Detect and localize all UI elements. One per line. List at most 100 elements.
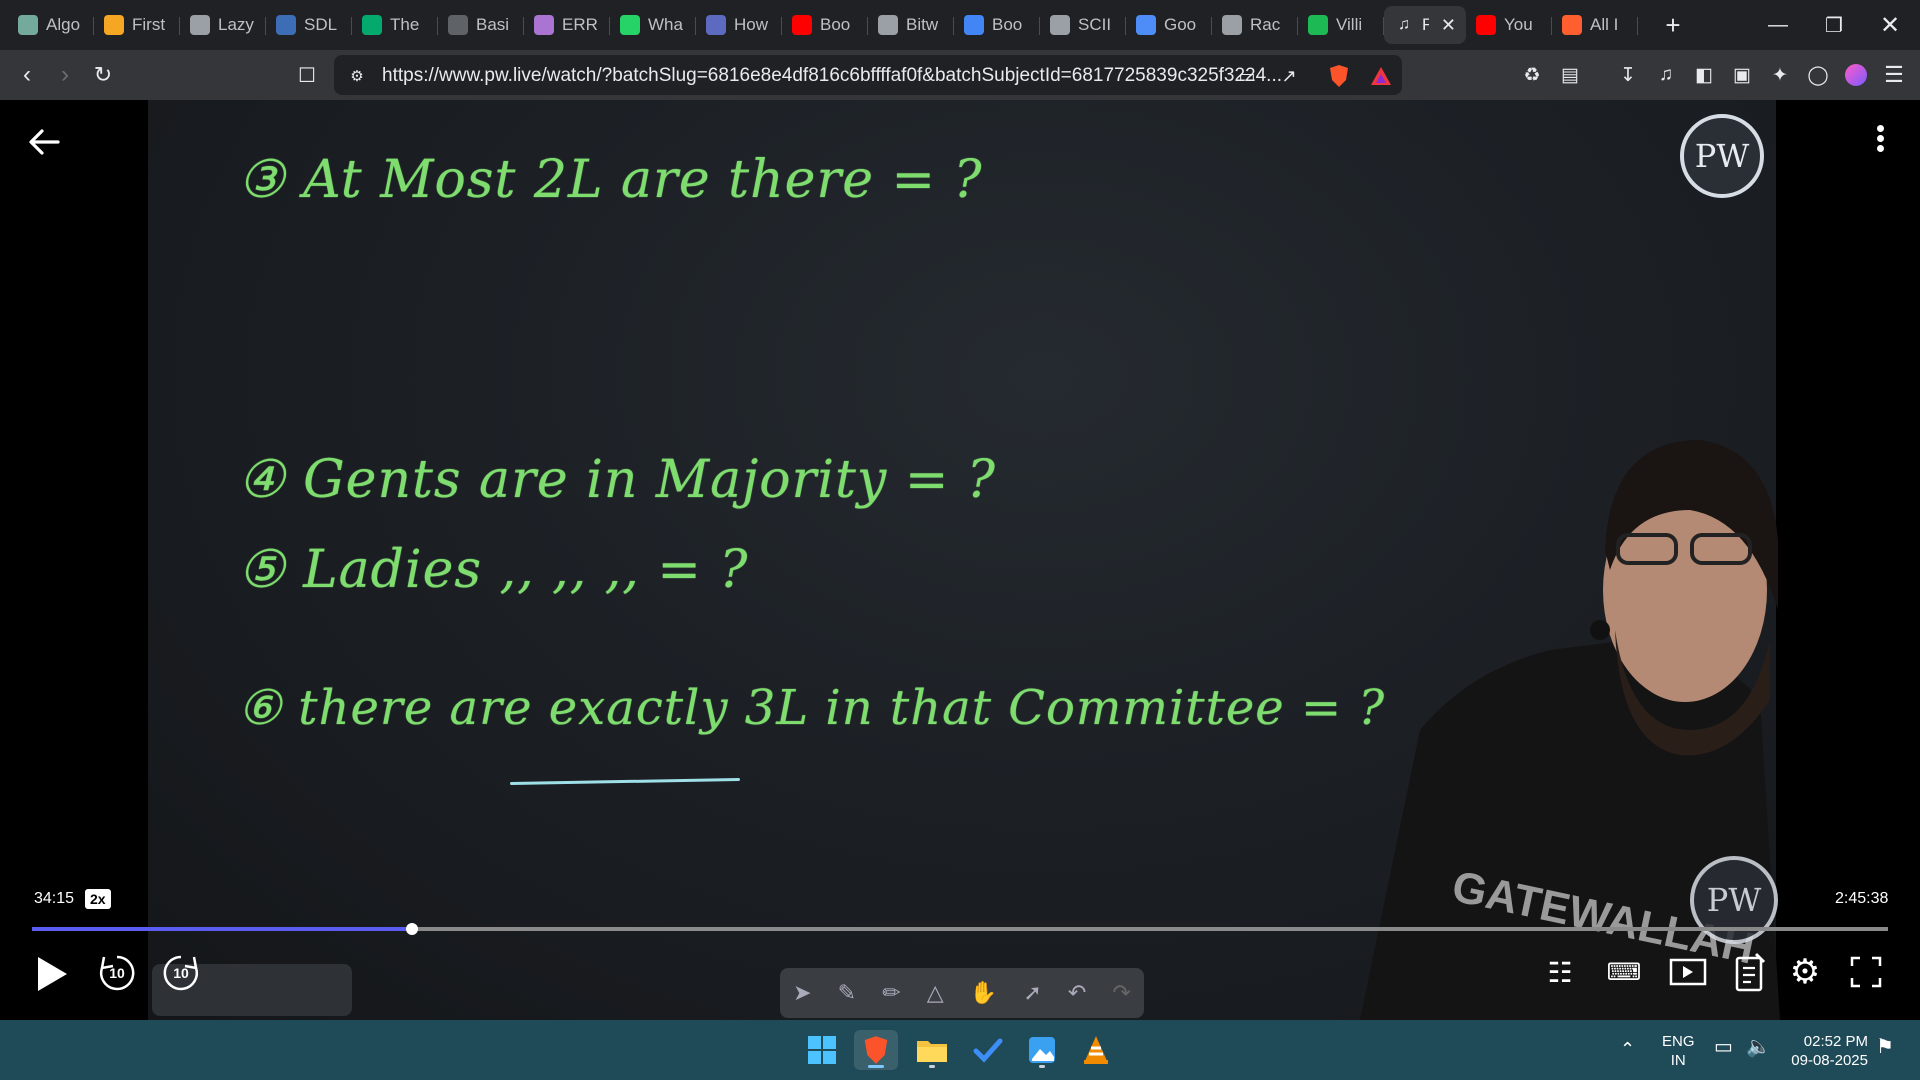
taskbar-vlc-icon[interactable]: [1074, 1030, 1118, 1070]
browser-tab[interactable]: The: [352, 6, 438, 44]
playback-speed-badge[interactable]: 2x: [85, 889, 111, 909]
browser-tab[interactable]: Wha: [610, 6, 696, 44]
google-icon: [964, 15, 984, 35]
sidebar-icon[interactable]: ◧: [1690, 61, 1718, 89]
brave-rewards-icon[interactable]: [1368, 63, 1394, 89]
extensions-icon[interactable]: ♻: [1518, 61, 1546, 89]
browser-tab[interactable]: Lazy: [180, 6, 266, 44]
system-clock[interactable]: 02:52 PM 09-08-2025: [1784, 1032, 1868, 1070]
new-tab-button[interactable]: +: [1658, 10, 1688, 41]
leo-ai-icon[interactable]: ✦: [1766, 61, 1794, 89]
tab-title: You: [1504, 15, 1533, 34]
browser-tab[interactable]: Boo: [954, 6, 1040, 44]
forward-10-button[interactable]: 10: [160, 952, 202, 994]
tab-title: Bitw: [906, 15, 939, 34]
restore-button[interactable]: ❐: [1806, 0, 1862, 50]
chat-icon[interactable]: ☷: [1540, 952, 1580, 992]
show-hidden-icons-chevron[interactable]: ⌃: [1620, 1040, 1635, 1059]
redo-tool-icon: ↷: [1112, 980, 1131, 1005]
tab-title: Villi: [1336, 15, 1363, 34]
browser-tab[interactable]: All I: [1552, 6, 1638, 44]
notification-bell-icon[interactable]: ⚑: [1876, 1037, 1894, 1057]
vpn-icon[interactable]: ◯: [1804, 61, 1832, 89]
taskbar-file-explorer-icon[interactable]: [910, 1030, 954, 1070]
forward-nav-button[interactable]: ›: [46, 56, 84, 94]
more-options-icon[interactable]: [1870, 122, 1890, 162]
browser-tab[interactable]: Rac: [1212, 6, 1298, 44]
browser-tab[interactable]: Goo: [1126, 6, 1212, 44]
youtube-icon: [792, 15, 812, 35]
browser-tab[interactable]: ERR: [524, 6, 610, 44]
wallet-icon[interactable]: ▣: [1728, 61, 1756, 89]
brave-shields-icon[interactable]: [1326, 63, 1352, 89]
browser-tab[interactable]: First: [94, 6, 180, 44]
site-settings-icon[interactable]: ⚙: [344, 63, 370, 89]
tab-title: The: [390, 15, 420, 34]
close-window-button[interactable]: ✕: [1862, 0, 1918, 50]
media-control-icon[interactable]: ♫: [1652, 61, 1680, 89]
globe-icon: [190, 15, 210, 35]
browser-toolbar: ‹ › ↻ ☐ ⚙ https://www.pw.live/watch/?bat…: [0, 50, 1920, 100]
rewind-10-button[interactable]: 10: [96, 952, 138, 994]
browser-tab[interactable]: You: [1466, 6, 1552, 44]
lightning-icon: [104, 15, 124, 35]
clock-time: 02:52 PM: [1803, 1033, 1868, 1050]
arrow-tool-icon: ➚: [1023, 980, 1042, 1005]
browser-tab[interactable]: Villi: [1298, 6, 1384, 44]
w3schools-icon: [362, 15, 382, 35]
bookmark-icon: [706, 15, 726, 35]
language-region: IN: [1670, 1052, 1686, 1069]
download-icon[interactable]: ↧: [1614, 61, 1642, 89]
browser-tab[interactable]: Algo: [8, 6, 94, 44]
reader-mode-icon[interactable]: ▤: [1556, 61, 1584, 89]
seek-handle[interactable]: [405, 923, 418, 935]
network-icon[interactable]: ▭: [1714, 1037, 1733, 1057]
reload-button[interactable]: ↻: [84, 56, 122, 94]
language-indicator[interactable]: ENG IN: [1662, 1032, 1695, 1070]
seek-bar-played: [32, 927, 412, 931]
highlighter-tool-icon: ✏: [882, 980, 901, 1005]
browser-tab[interactable]: SDL: [266, 6, 352, 44]
taskbar-todo-icon[interactable]: [966, 1030, 1010, 1070]
seek-bar[interactable]: [32, 923, 1888, 935]
address-bar[interactable]: ⚙ https://www.pw.live/watch/?batchSlug=6…: [334, 55, 1402, 95]
tab-title: Goo: [1164, 15, 1197, 34]
start-button[interactable]: [800, 1030, 844, 1070]
browser-tab[interactable]: How: [696, 6, 782, 44]
fullscreen-icon[interactable]: [1846, 952, 1886, 992]
browser-tab[interactable]: SCII: [1040, 6, 1126, 44]
board-line-4: ④ Gents are in Majority = ?: [238, 450, 996, 510]
share-icon[interactable]: ↗: [1276, 63, 1302, 89]
back-arrow-icon[interactable]: [24, 122, 64, 162]
pen-tool-icon: ✎: [837, 980, 857, 1005]
play-icon[interactable]: [34, 954, 70, 994]
tab-title: Lazy: [218, 15, 254, 34]
picture-in-picture-icon[interactable]: [1668, 952, 1708, 992]
taskbar-photos-icon[interactable]: [1020, 1030, 1064, 1070]
browser-tab[interactable]: Basi: [438, 6, 524, 44]
speaker-icon: ♫: [1398, 16, 1410, 33]
browser-tab[interactable]: Boo: [782, 6, 868, 44]
back-nav-button[interactable]: ‹: [8, 56, 46, 94]
tab-close-icon[interactable]: ✕: [1441, 15, 1456, 36]
translate-icon[interactable]: ⌨: [1604, 952, 1644, 992]
profile-avatar[interactable]: [1842, 61, 1870, 89]
board-line-3: ③ At Most 2L are there = ?: [238, 150, 983, 210]
settings-gear-icon[interactable]: ⚙: [1785, 952, 1825, 992]
tab-title: Basi: [476, 15, 510, 34]
tab-title: F: [1422, 15, 1429, 34]
browser-tab[interactable]: ♫ F ✕: [1384, 6, 1466, 44]
tab-title: First: [132, 15, 166, 34]
gemini-icon: [1136, 15, 1156, 35]
browser-tab[interactable]: Bitw: [868, 6, 954, 44]
video-player[interactable]: ③ At Most 2L are there = ? ④ Gents are i…: [0, 100, 1920, 1020]
bookmark-icon[interactable]: ☐: [288, 56, 326, 94]
url-text[interactable]: https://www.pw.live/watch/?batchSlug=681…: [382, 65, 1282, 87]
menu-icon[interactable]: ☰: [1880, 61, 1908, 89]
taskbar-brave-icon[interactable]: [854, 1030, 898, 1070]
minimize-button[interactable]: —: [1750, 0, 1806, 50]
cast-icon[interactable]: ▭: [1234, 63, 1260, 89]
m-icon: [1562, 15, 1582, 35]
speaker-icon[interactable]: 🔈: [1746, 1037, 1771, 1057]
notes-icon[interactable]: [1730, 950, 1770, 994]
